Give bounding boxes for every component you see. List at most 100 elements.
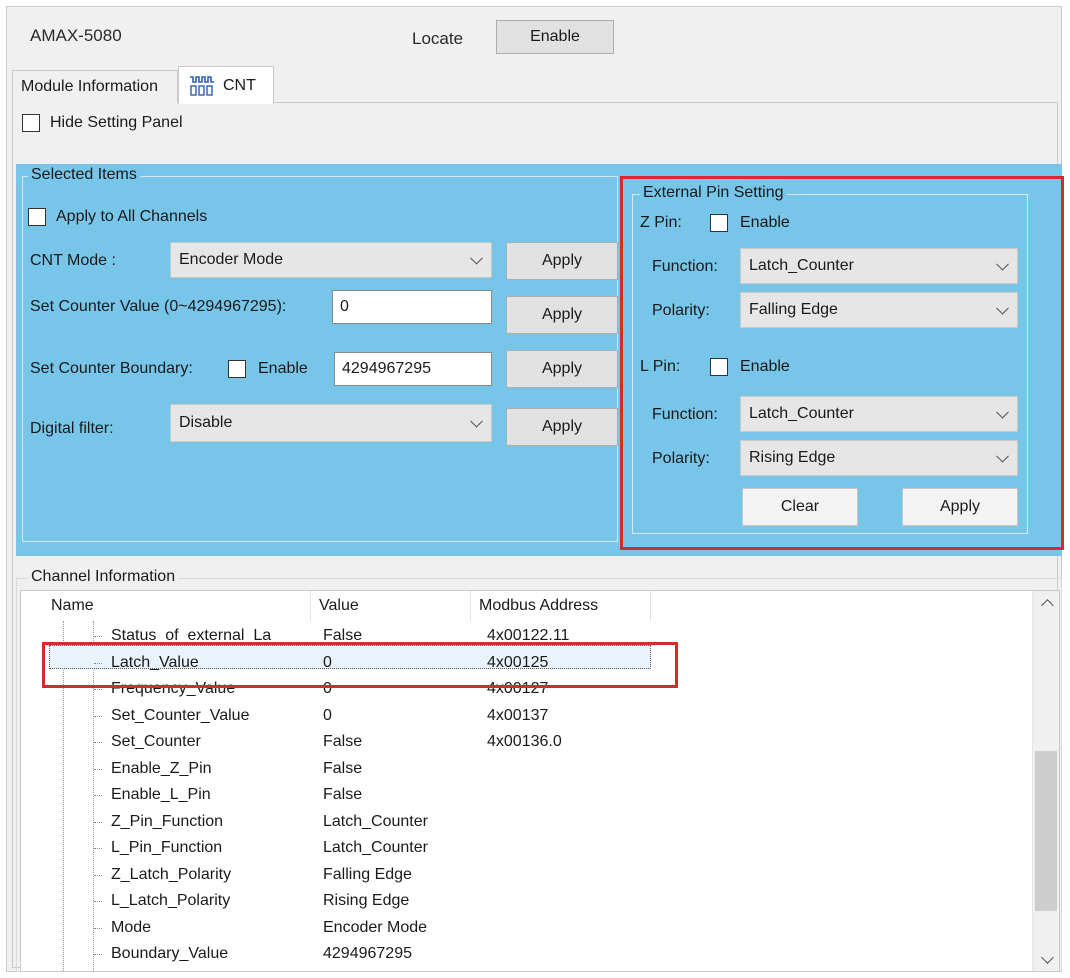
row-value: False <box>323 759 363 777</box>
row-name: Set_Counter_Value <box>111 706 250 724</box>
chevron-down-icon <box>470 251 483 265</box>
row-value: False <box>323 733 363 750</box>
counter-value-input[interactable]: 0 <box>332 290 492 324</box>
tree-branch <box>94 927 102 929</box>
hide-setting-panel-checkbox[interactable] <box>22 114 40 132</box>
digital-filter-apply-button[interactable]: Apply <box>506 408 618 446</box>
tab-module-information[interactable]: Module Information <box>12 70 178 103</box>
l-pin-enable-checkbox[interactable] <box>710 358 728 376</box>
l-pin-polarity-select[interactable]: Rising Edge <box>740 440 1018 476</box>
tab-cnt[interactable]: CNT <box>178 66 274 104</box>
counter-boundary-text: 4294967295 <box>342 360 431 377</box>
row-value: Latch_Counter <box>323 839 428 856</box>
row-name: Z_Latch_Polarity <box>111 865 232 883</box>
table-row[interactable]: Set_Counter False 4x00136.0 <box>21 729 1031 755</box>
row-value: 0 <box>323 653 332 671</box>
row-value: 0 <box>323 706 332 724</box>
counter-boundary-enable-label: Enable <box>258 360 308 377</box>
row-name: L_Latch_Polarity <box>111 892 231 909</box>
tree-branch <box>94 874 102 876</box>
scrollbar-thumb[interactable] <box>1035 751 1057 911</box>
row-name: Set_Counter <box>111 733 201 750</box>
channel-info-group-label: Channel Information <box>28 568 179 586</box>
z-pin-polarity-select[interactable]: Falling Edge <box>740 292 1018 328</box>
chevron-down-icon <box>996 449 1009 463</box>
apply-to-all-label: Apply to All Channels <box>56 208 208 225</box>
row-modbus-address: 4x00125 <box>487 653 549 671</box>
z-pin-function-value: Latch_Counter <box>749 257 854 274</box>
row-name: Latch_Value <box>111 653 199 671</box>
cnt-mode-select[interactable]: Encoder Mode <box>170 242 492 278</box>
vertical-scrollbar[interactable] <box>1032 591 1059 971</box>
chevron-down-icon <box>996 405 1009 419</box>
column-header-modbus-address[interactable]: Modbus Address <box>471 591 651 621</box>
digital-filter-select[interactable]: Disable <box>170 404 492 442</box>
table-row[interactable]: Status_of_external_La False 4x00122.11 <box>21 623 1031 649</box>
locate-enable-button[interactable]: Enable <box>496 20 614 54</box>
table-row[interactable]: Latch_Value 0 4x00125 <box>21 650 1031 676</box>
apply-to-all-checkbox[interactable] <box>28 208 46 226</box>
z-pin-enable-checkbox[interactable] <box>710 214 728 232</box>
tree-branch <box>94 636 102 637</box>
row-modbus-address: 4x00127 <box>487 680 549 697</box>
counter-boundary-apply-button[interactable]: Apply <box>506 350 618 388</box>
row-value: False <box>323 786 363 803</box>
row-name: Enable_L_Pin <box>111 786 211 803</box>
table-row[interactable]: Z_Pin_Function Latch_Counter <box>21 809 1031 835</box>
row-value: Latch_Counter <box>323 812 428 830</box>
scroll-up-icon[interactable] <box>1041 599 1054 612</box>
tree-branch <box>94 742 102 743</box>
row-modbus-address: 4x00137 <box>487 706 549 724</box>
table-row[interactable]: Boundary_Enabled False <box>21 968 1031 972</box>
z-pin-enable-label: Enable <box>740 214 790 231</box>
row-value: 0 <box>323 680 332 697</box>
counter-value-text: 0 <box>340 298 349 315</box>
table-row[interactable]: Boundary_Value 4294967295 <box>21 941 1031 967</box>
row-value: 4294967295 <box>323 945 412 962</box>
l-pin-function-select[interactable]: Latch_Counter <box>740 396 1018 432</box>
counter-boundary-label: Set Counter Boundary: <box>30 360 193 377</box>
selected-items-group-label: Selected Items <box>28 166 140 184</box>
table-row[interactable]: L_Pin_Function Latch_Counter <box>21 835 1031 861</box>
l-pin-function-value: Latch_Counter <box>749 405 854 422</box>
channel-tree[interactable]: Name Value Modbus Address Status_of_exte… <box>20 590 1060 972</box>
cnt-mode-apply-button[interactable]: Apply <box>506 242 618 280</box>
tree-branch <box>94 848 102 849</box>
cnt-mode-label: CNT Mode : <box>30 252 116 269</box>
counter-icon <box>189 75 215 97</box>
chevron-down-icon <box>996 257 1009 271</box>
table-row[interactable]: Enable_L_Pin False <box>21 782 1031 808</box>
table-row[interactable]: Mode Encoder Mode <box>21 915 1031 941</box>
table-row[interactable]: Z_Latch_Polarity Falling Edge <box>21 862 1031 888</box>
external-pin-group <box>632 194 1028 534</box>
counter-value-apply-button[interactable]: Apply <box>506 296 618 334</box>
column-header-name[interactable]: Name <box>21 591 311 621</box>
app-window: AMAX-5080 Locate Enable Module Informati… <box>0 0 1070 978</box>
z-pin-label: Z Pin: <box>640 214 682 231</box>
pin-apply-button[interactable]: Apply <box>902 488 1018 526</box>
row-name: L_Pin_Function <box>111 839 223 856</box>
z-pin-function-select[interactable]: Latch_Counter <box>740 248 1018 284</box>
row-name: Mode <box>111 918 152 936</box>
tree-branch <box>94 715 102 717</box>
scroll-down-icon[interactable] <box>1041 951 1054 964</box>
table-row[interactable]: Enable_Z_Pin False <box>21 756 1031 782</box>
table-row[interactable]: L_Latch_Polarity Rising Edge <box>21 888 1031 914</box>
tree-branch <box>94 689 102 690</box>
row-name: Status_of_external_La <box>111 627 272 644</box>
z-pin-polarity-value: Falling Edge <box>749 301 838 318</box>
counter-boundary-enable-checkbox[interactable] <box>228 360 246 378</box>
table-row[interactable]: Frequency_Value 0 4x00127 <box>21 676 1031 702</box>
chevron-down-icon <box>470 414 483 428</box>
table-row[interactable]: Set_Counter_Value 0 4x00137 <box>21 703 1031 729</box>
column-header-value[interactable]: Value <box>311 591 471 621</box>
pin-clear-button[interactable]: Clear <box>742 488 858 526</box>
locate-label: Locate <box>412 29 464 48</box>
l-pin-label: L Pin: <box>640 358 681 375</box>
digital-filter-value: Disable <box>179 414 233 431</box>
l-pin-polarity-value: Rising Edge <box>749 449 836 466</box>
counter-boundary-input[interactable]: 4294967295 <box>334 352 492 386</box>
row-value: False <box>323 627 363 644</box>
z-pin-polarity-label: Polarity: <box>652 302 710 319</box>
tab-module-information-label: Module Information <box>21 78 158 95</box>
